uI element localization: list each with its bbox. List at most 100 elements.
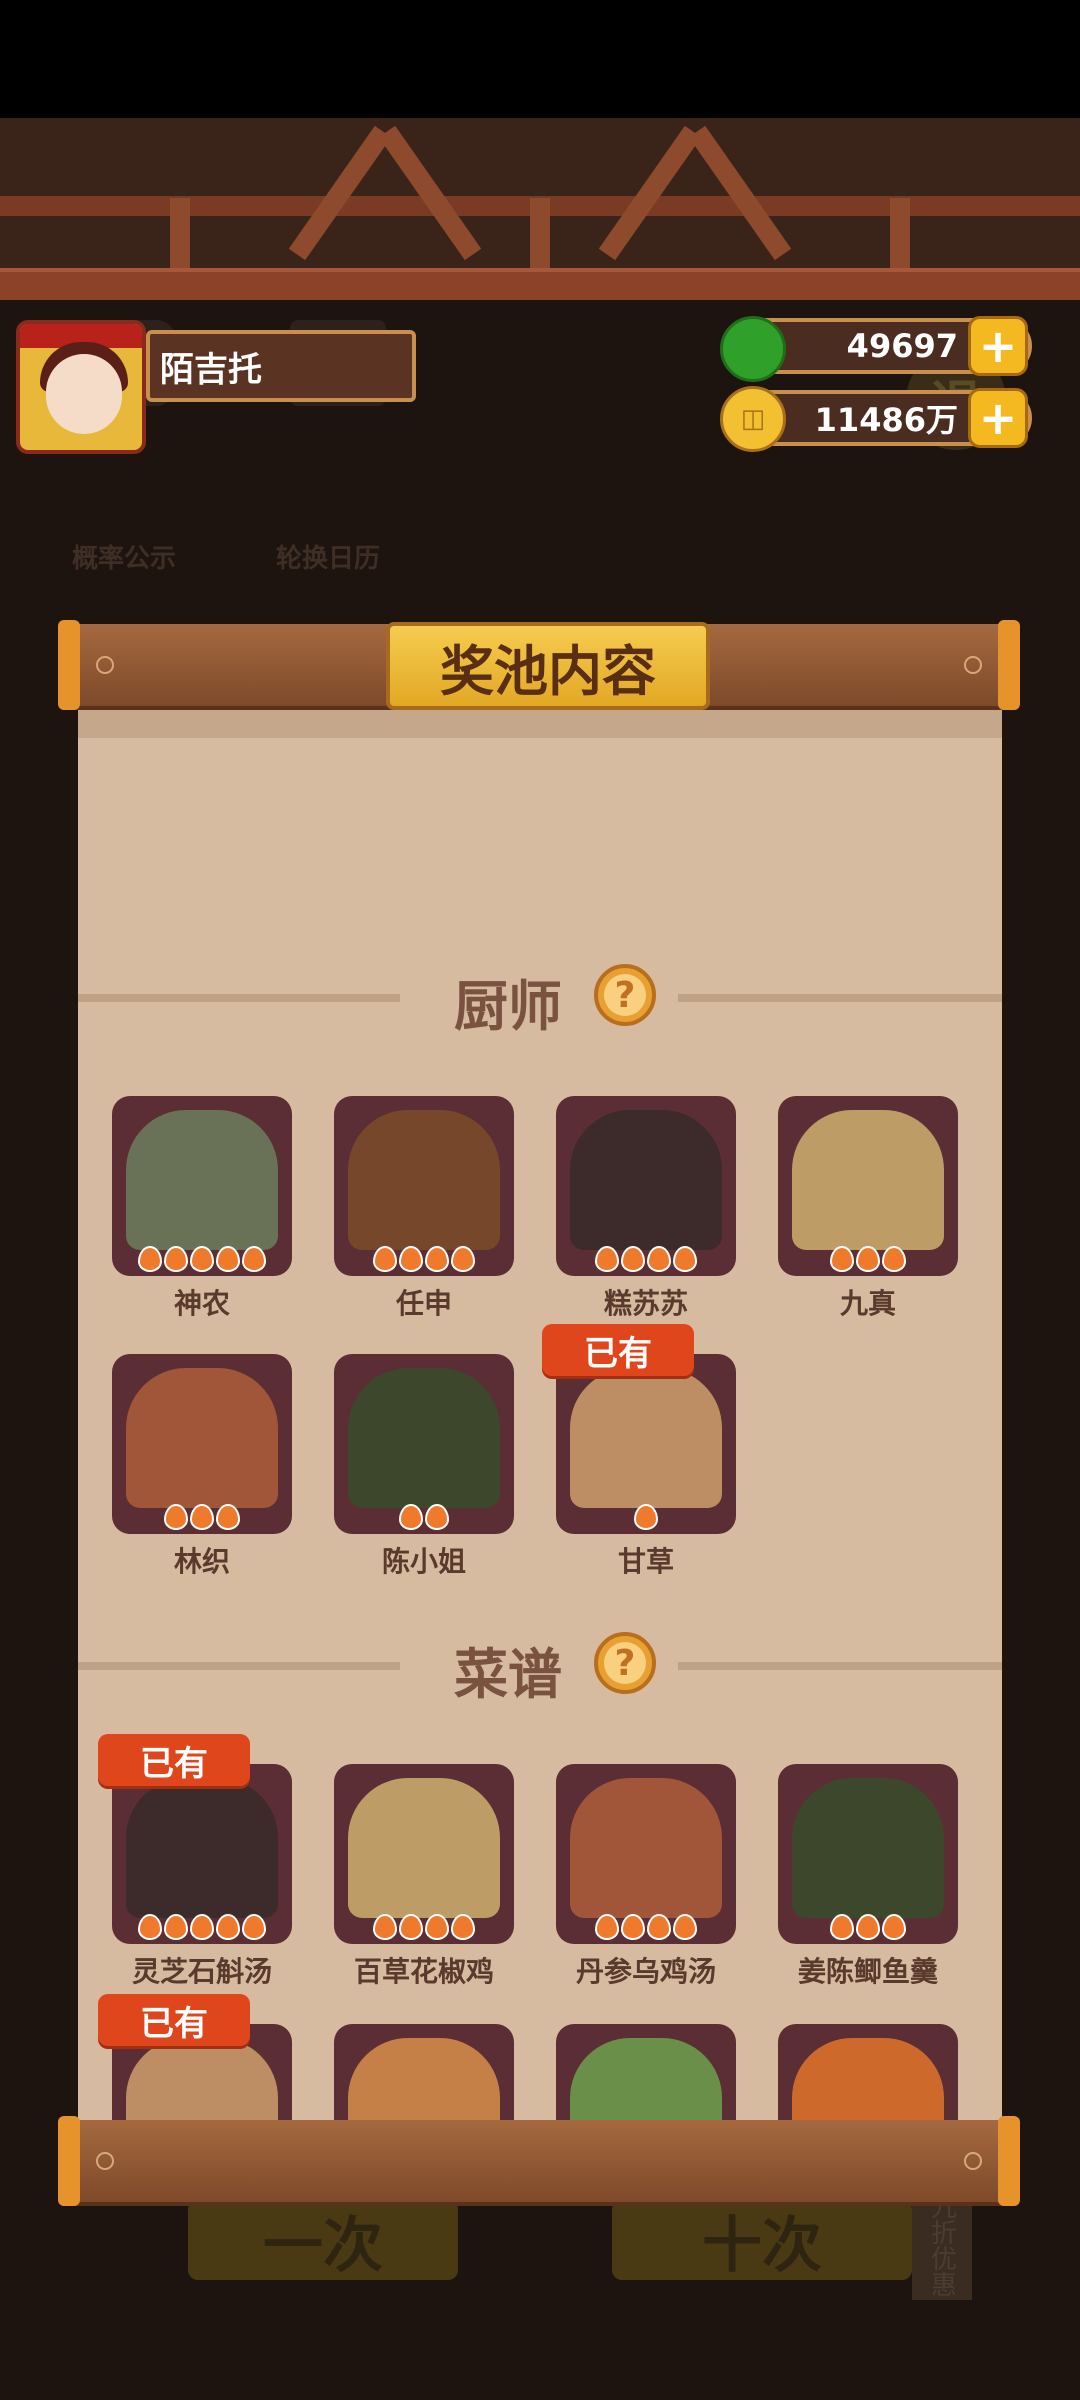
flame-icon [425,1246,449,1272]
item-portrait [126,1368,278,1508]
jade-icon [720,316,786,382]
calendar-label: 轮换日历 [276,544,381,574]
item-portrait [570,1110,722,1250]
item-card[interactable] [112,1764,292,1944]
flame-icon [399,1246,423,1272]
add-coin-button[interactable]: + [968,388,1028,448]
flame-icon [190,1246,214,1272]
rarity-flames [334,1914,514,1940]
panel-title-text: 奖池内容 [440,639,656,703]
item-name: 丹参乌鸡汤 [575,1955,716,1988]
flame-icon [595,1914,619,1940]
item-card[interactable] [556,1096,736,1276]
item-card[interactable] [112,1096,292,1276]
flame-icon [673,1246,697,1272]
chef-section-title: 厨师 [454,975,562,1038]
promo-tag: 九折优惠 [912,2190,972,2300]
flame-icon [399,1914,423,1940]
item-card-partial[interactable] [778,2024,958,2120]
flame-icon [425,1504,449,1530]
item-card[interactable] [778,1764,958,1944]
item-card[interactable] [556,1764,736,1944]
flame-icon [634,1504,658,1530]
item-name: 神农 [173,1287,230,1320]
item-portrait [126,2038,278,2120]
flame-icon [242,1914,266,1940]
item-name: 糕苏苏 [603,1287,688,1320]
item-portrait [570,1778,722,1918]
flame-icon [451,1914,475,1940]
flame-icon [830,1246,854,1272]
panel-title: 奖池内容 [386,622,710,710]
item-portrait [792,1778,944,1918]
chef-section-header: 厨师 ? [78,962,1002,1038]
flame-icon [647,1914,671,1940]
item-name: 甘草 [617,1545,674,1578]
flame-icon [216,1246,240,1272]
rarity-flames [334,1246,514,1272]
item-card[interactable] [334,1764,514,1944]
item-portrait [126,1778,278,1918]
flame-icon [242,1246,266,1272]
coin-value: 11486万 [814,401,958,439]
flame-icon [856,1914,880,1940]
flame-icon [673,1914,697,1940]
flame-icon [373,1246,397,1272]
rarity-flames [556,1504,736,1530]
avatar[interactable] [16,320,146,454]
scroll-bottom-roller [58,2116,1020,2206]
item-portrait [348,1368,500,1508]
question-icon: ? [604,974,646,1016]
flame-icon [190,1504,214,1530]
coin-icon: ◫ [720,386,786,452]
owned-badge: 已有 [98,1734,250,1786]
item-portrait [348,1110,500,1250]
flame-icon [190,1914,214,1940]
item-portrait [792,1110,944,1250]
recipe-section-title: 菜谱 [454,1643,562,1706]
add-jade-button[interactable]: + [968,316,1028,376]
rarity-flames [112,1504,292,1530]
flame-icon [138,1914,162,1940]
item-card[interactable] [334,1354,514,1534]
item-card[interactable] [556,1354,736,1534]
item-card[interactable] [334,1096,514,1276]
flame-icon [164,1246,188,1272]
rarity-flames [556,1914,736,1940]
item-card-partial[interactable] [556,2024,736,2120]
flame-icon [164,1914,188,1940]
recipe-section-header: 菜谱 ? [78,1630,1002,1706]
flame-icon [882,1246,906,1272]
chef-help-button[interactable]: ? [594,964,656,1026]
rarity-flames [778,1246,958,1272]
item-name: 灵芝石斛汤 [131,1955,272,1988]
owned-badge: 已有 [98,1994,250,2046]
ten-draw-button: 十次 [612,2200,912,2281]
flame-icon [451,1246,475,1272]
prize-pool-panel[interactable]: 厨师 ? 神农 任申 糕苏苏 九真 林织 陈小姐 甘草 已有 菜谱 ? 灵芝石斛汤 已有 百草花椒… [78,700,1002,2120]
flame-icon [830,1914,854,1940]
item-portrait [348,2038,500,2120]
item-card-partial[interactable] [334,2024,514,2120]
flame-icon [216,1914,240,1940]
item-portrait [348,1778,500,1918]
flame-icon [621,1914,645,1940]
flame-icon [373,1914,397,1940]
item-card[interactable] [112,1354,292,1534]
item-name: 林织 [173,1545,230,1578]
rarity-flames [112,1914,292,1940]
roof-background [0,118,1080,304]
question-icon: ? [604,1642,646,1684]
flame-icon [882,1914,906,1940]
flame-icon [425,1914,449,1940]
item-name: 姜陈鲫鱼羹 [797,1955,938,1988]
flame-icon [399,1504,423,1530]
item-card[interactable] [778,1096,958,1276]
recipe-help-button[interactable]: ? [594,1632,656,1694]
probability-label: 概率公示 [72,544,177,574]
player-name: 陌吉托 [146,330,416,402]
item-portrait [126,1110,278,1250]
flame-icon [138,1246,162,1272]
rarity-flames [334,1504,514,1530]
flame-icon [216,1504,240,1530]
